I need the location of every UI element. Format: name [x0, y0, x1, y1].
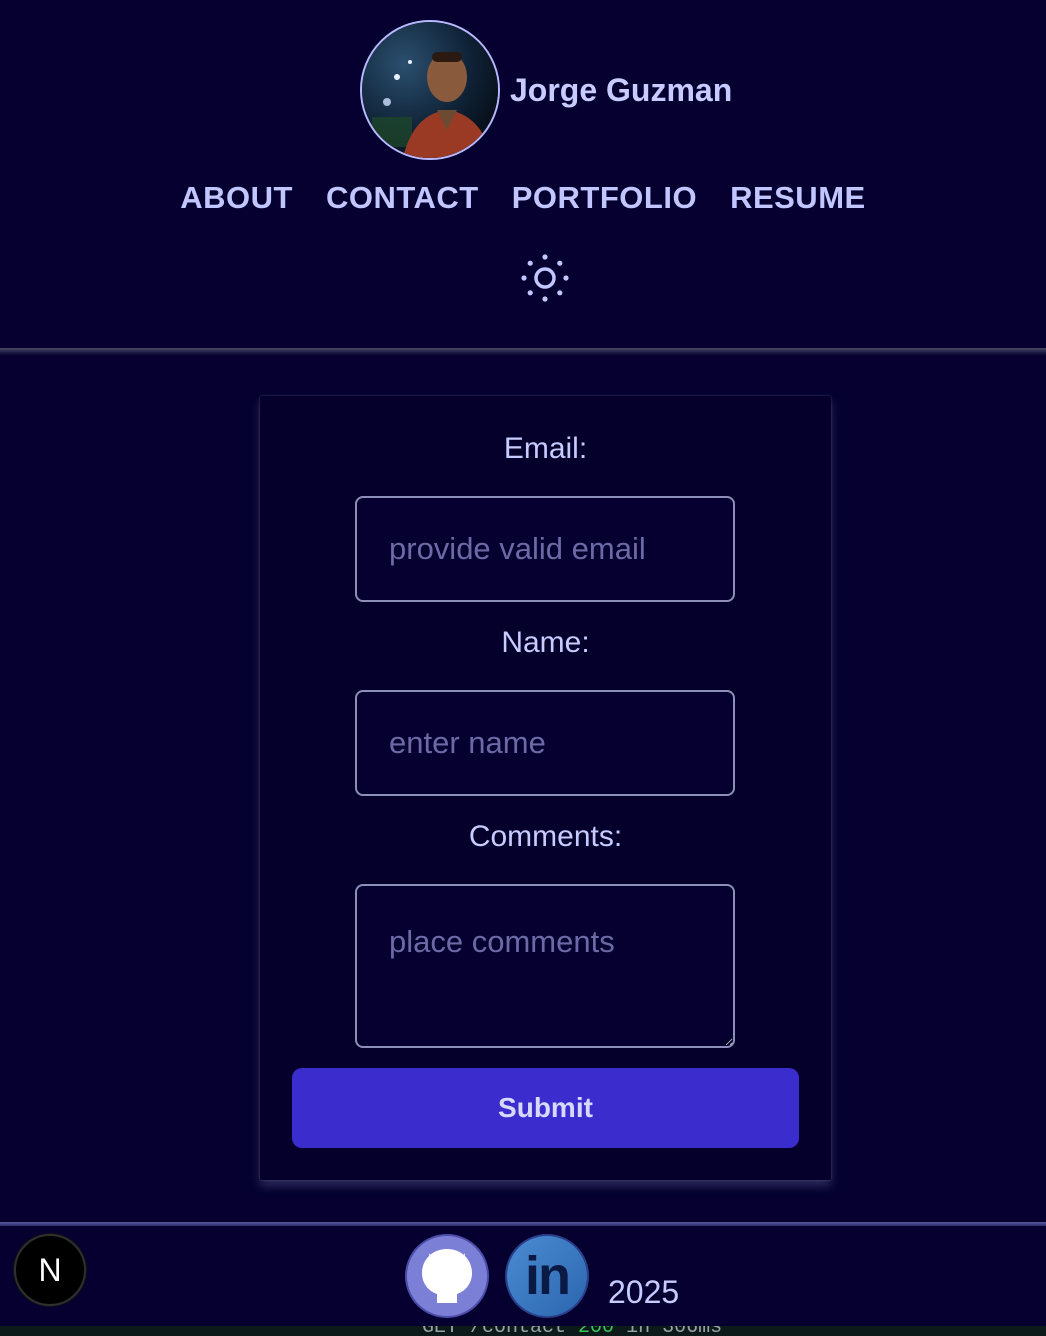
nav-portfolio[interactable]: PORTFOLIO	[512, 180, 697, 216]
email-label: Email:	[503, 432, 588, 465]
linkedin-icon: in	[525, 1246, 571, 1306]
copyright-year: 2025	[608, 1274, 680, 1310]
avatar-photo	[362, 22, 498, 158]
dev-log-strip: GET /contact 200 in 306ms	[0, 1326, 1046, 1336]
avatar	[360, 20, 500, 160]
site-header: Jorge Guzman ABOUT CONTACT PORTFOLIO RES…	[0, 0, 1046, 352]
email-field[interactable]	[355, 496, 735, 602]
comments-label: Comments:	[468, 820, 623, 853]
linkedin-link[interactable]: in	[505, 1234, 589, 1318]
submit-button[interactable]: Submit	[292, 1068, 799, 1148]
log-request: GET /contact	[422, 1326, 566, 1336]
github-link[interactable]	[405, 1234, 489, 1318]
site-owner-name: Jorge Guzman	[510, 71, 733, 108]
theme-toggle-button[interactable]	[519, 252, 571, 304]
nav-resume[interactable]: RESUME	[730, 180, 866, 216]
nextjs-logo-icon: N	[38, 1251, 62, 1288]
brand[interactable]: Jorge Guzman	[360, 20, 732, 160]
dev-log-line: GET /contact 200 in 306ms	[422, 1326, 722, 1336]
github-icon	[422, 1249, 472, 1303]
name-field[interactable]	[355, 690, 735, 796]
name-label: Name:	[501, 626, 590, 659]
nav-about[interactable]: ABOUT	[180, 180, 293, 216]
nextjs-dev-badge[interactable]: N	[14, 1234, 86, 1306]
log-status: 200	[578, 1326, 614, 1336]
nav-contact[interactable]: CONTACT	[326, 180, 479, 216]
sun-icon	[521, 254, 569, 302]
header-divider	[0, 348, 1046, 356]
contact-form: Email: Name: Comments: Submit	[260, 396, 831, 1180]
site-footer: in 2025	[0, 1226, 1046, 1336]
comments-field[interactable]	[355, 884, 735, 1048]
main-nav: ABOUT CONTACT PORTFOLIO RESUME	[0, 180, 1046, 216]
log-timing: in 306ms	[626, 1326, 722, 1336]
